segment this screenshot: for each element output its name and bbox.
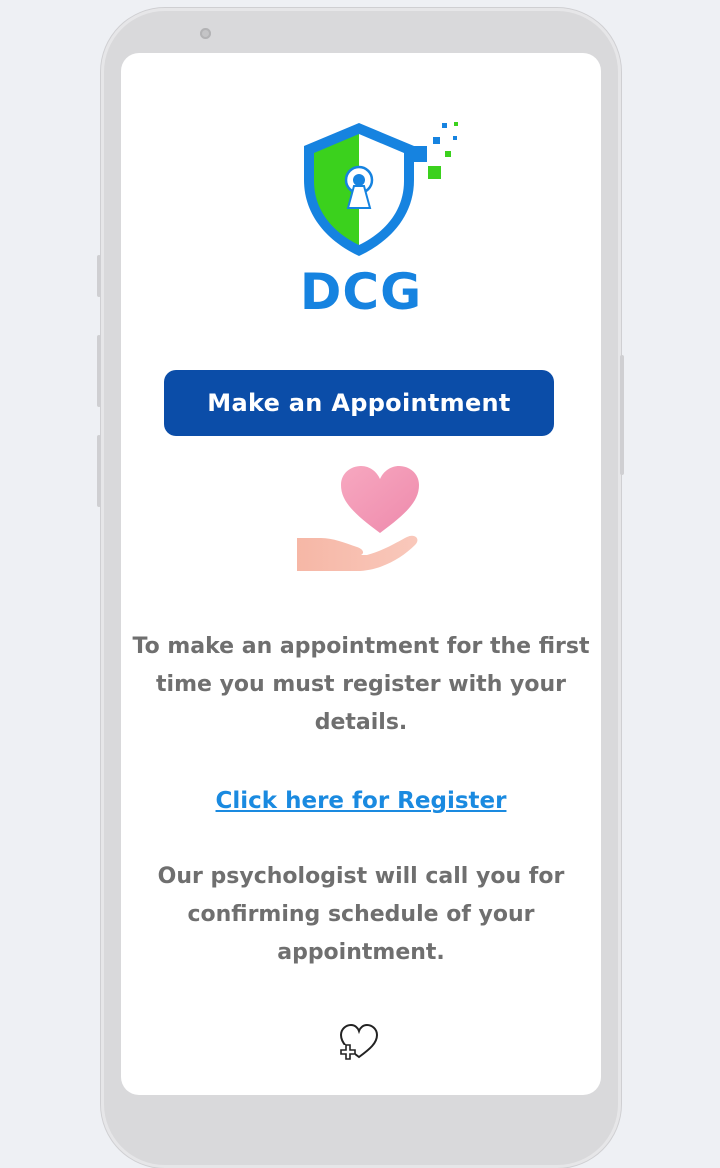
register-link[interactable]: Click here for Register [121,781,601,821]
phone-side-button [97,335,101,407]
registration-info-text: To make an appointment for the first tim… [132,634,590,735]
hand-heart-illustration [293,463,423,578]
heart-plus-icon[interactable] [338,1023,380,1063]
hand-heart-icon [297,466,419,571]
make-appointment-button[interactable]: Make an Appointment [164,370,554,436]
dcg-logo: DCG [296,118,476,321]
shield-keyhole-icon [304,122,458,256]
logo-text: DCG [299,263,423,321]
phone-side-button [97,255,101,297]
front-camera [200,28,211,39]
psychologist-call-text: Our psychologist will call you for confi… [157,864,565,965]
phone-side-button [620,355,624,475]
phone-side-button [97,435,101,507]
app-screen: DCG Make an Appointment To make an appoi… [121,53,601,1095]
